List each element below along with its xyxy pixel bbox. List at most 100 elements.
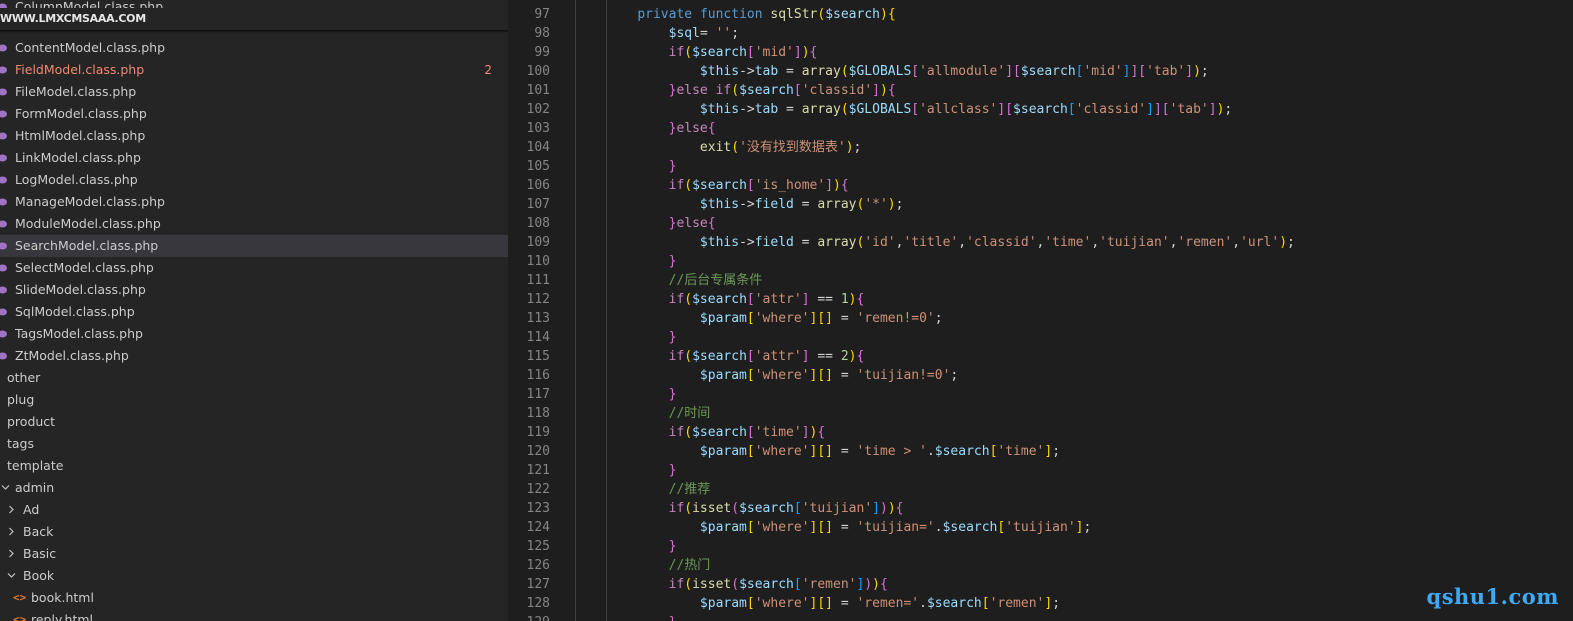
code-text: } — [668, 330, 677, 345]
code-line[interactable]: 119 if($search['time']){ — [508, 423, 1573, 442]
code-line[interactable]: 118 //时间 — [508, 404, 1573, 423]
code-text: $param['where'][] = 'remen!=0'; — [699, 311, 943, 326]
code-line[interactable]: 113 $param['where'][] = 'remen!=0'; — [508, 309, 1573, 328]
tree-file[interactable]: LinkModel.class.php — [0, 147, 508, 169]
code-line[interactable]: 98 $sql= ''; — [508, 24, 1573, 43]
tree-folder-label: Ad — [23, 502, 40, 517]
code-text: if($search['attr'] == 1){ — [668, 292, 865, 307]
tree-file[interactable]: FileModel.class.php — [0, 81, 508, 103]
tree-file[interactable]: <> book.html — [0, 587, 508, 609]
line-number: 119 — [526, 425, 550, 440]
code-line[interactable]: 115 if($search['attr'] == 2){ — [508, 347, 1573, 366]
tree-folder-label: Basic — [23, 546, 57, 561]
line-number: 106 — [526, 178, 550, 193]
code-line[interactable]: 127 if(isset($search['remen'])){ — [508, 575, 1573, 594]
code-line[interactable]: 123 if(isset($search['tuijian'])){ — [508, 499, 1573, 518]
line-number: 120 — [526, 444, 550, 459]
tree-folder[interactable]: tags — [0, 433, 508, 455]
php-file-icon — [0, 330, 7, 338]
html-file-icon: <> — [13, 613, 27, 621]
code-line[interactable]: 121 } — [508, 461, 1573, 480]
code-line[interactable]: 104 exit('没有找到数据表'); — [508, 138, 1573, 157]
line-number: 101 — [526, 83, 550, 98]
html-file-icon: <> — [13, 591, 27, 604]
tree-file[interactable]: ManageModel.class.php — [0, 191, 508, 213]
line-number: 99 — [534, 45, 550, 60]
code-text: } — [668, 387, 677, 402]
tree-file[interactable]: HtmlModel.class.php — [0, 125, 508, 147]
tree-file-label: ModuleModel.class.php — [15, 216, 161, 231]
tree-file[interactable]: LogModel.class.php — [0, 169, 508, 191]
code-text: }else{ — [668, 216, 716, 231]
tree-file[interactable]: TagsModel.class.php — [0, 323, 508, 345]
tree-folder[interactable]: product — [0, 411, 508, 433]
code-line[interactable]: 99 if($search['mid']){ — [508, 43, 1573, 62]
tree-folder-book[interactable]: Book — [0, 565, 508, 587]
code-line[interactable]: 102 $this->tab = array($GLOBALS['allclas… — [508, 100, 1573, 119]
tree-file-label: SlideModel.class.php — [15, 282, 146, 297]
tree-folder[interactable]: plug — [0, 389, 508, 411]
tree-folder-admin[interactable]: admin — [0, 477, 508, 499]
code-line[interactable]: 120 $param['where'][] = 'time > '.$searc… — [508, 442, 1573, 461]
php-file-icon — [0, 286, 7, 294]
php-file-icon — [0, 88, 7, 96]
tree-folder[interactable]: Back — [0, 521, 508, 543]
tree-folder[interactable]: Ad — [0, 499, 508, 521]
tree-file[interactable]: ContentModel.class.php — [0, 37, 508, 59]
line-number: 128 — [526, 596, 550, 611]
code-line[interactable]: 101 }else if($search['classid']){ — [508, 81, 1573, 100]
line-number: 114 — [526, 330, 550, 345]
php-file-icon — [0, 352, 7, 360]
code-line[interactable]: 122 //推荐 — [508, 480, 1573, 499]
php-file-icon — [0, 110, 7, 118]
code-line[interactable]: 107 $this->field = array('*'); — [508, 195, 1573, 214]
code-line[interactable]: 116 $param['where'][] = 'tuijian!=0'; — [508, 366, 1573, 385]
code-line[interactable]: 125 } — [508, 537, 1573, 556]
tree-folder-label: other — [7, 370, 41, 385]
code-line[interactable]: 126 //热门 — [508, 556, 1573, 575]
tree-folder-label: product — [7, 414, 56, 429]
tree-file[interactable]: FieldModel.class.php 2 — [0, 59, 508, 81]
tree-file-label: TagsModel.class.php — [15, 326, 143, 341]
code-text: if(isset($search['tuijian'])){ — [668, 501, 904, 516]
tree-file[interactable]: <> reply.html — [0, 609, 508, 621]
code-text: $param['where'][] = 'tuijian!=0'; — [699, 368, 959, 383]
code-line[interactable]: 108 }else{ — [508, 214, 1573, 233]
line-number: 110 — [526, 254, 550, 269]
code-line[interactable]: 110 } — [508, 252, 1573, 271]
code-line[interactable]: 112 if($search['attr'] == 1){ — [508, 290, 1573, 309]
line-number: 129 — [508, 613, 550, 621]
line-number: 126 — [526, 558, 550, 573]
code-text: exit('没有找到数据表'); — [699, 140, 862, 155]
code-line[interactable]: 100 $this->tab = array($GLOBALS['allmodu… — [508, 62, 1573, 81]
tree-folder[interactable]: template — [0, 455, 508, 477]
tree-file[interactable]: SearchModel.class.php — [0, 235, 508, 257]
code-line[interactable]: 109 $this->field = array('id','title','c… — [508, 233, 1573, 252]
code-text: $this->field = array('*'); — [699, 197, 904, 212]
code-line[interactable]: 128 $param['where'][] = 'remen='.$search… — [508, 594, 1573, 613]
code-line[interactable]: 106 if($search['is_home']){ — [508, 176, 1573, 195]
code-line[interactable]: 105 } — [508, 157, 1573, 176]
code-line[interactable]: 114 } — [508, 328, 1573, 347]
tree-folder-label: template — [7, 458, 64, 473]
tree-folder[interactable]: other — [0, 367, 508, 389]
php-file-icon — [0, 264, 7, 272]
tree-file[interactable]: SelectModel.class.php — [0, 257, 508, 279]
line-number: 118 — [526, 406, 550, 421]
code-line[interactable]: 124 $param['where'][] = 'tuijian='.$sear… — [508, 518, 1573, 537]
code-line[interactable]: 97 private function sqlStr($search){ — [508, 5, 1573, 24]
code-line[interactable]: 111 //后台专属条件 — [508, 271, 1573, 290]
tree-file[interactable]: ModuleModel.class.php — [0, 213, 508, 235]
code-line[interactable]: 129 } — [508, 613, 1573, 621]
code-line[interactable]: 103 }else{ — [508, 119, 1573, 138]
tree-file[interactable]: ZtModel.class.php — [0, 345, 508, 367]
tree-file[interactable]: SlideModel.class.php — [0, 279, 508, 301]
code-editor[interactable]: 97 private function sqlStr($search){98 $… — [508, 0, 1573, 621]
tree-folder[interactable]: Basic — [0, 543, 508, 565]
code-line[interactable]: 117 } — [508, 385, 1573, 404]
code-text: $param['where'][] = 'tuijian='.$search['… — [699, 520, 1092, 535]
line-number: 102 — [526, 102, 550, 117]
tree-file-label: LinkModel.class.php — [15, 150, 141, 165]
tree-file[interactable]: SqlModel.class.php — [0, 301, 508, 323]
tree-file[interactable]: FormModel.class.php — [0, 103, 508, 125]
